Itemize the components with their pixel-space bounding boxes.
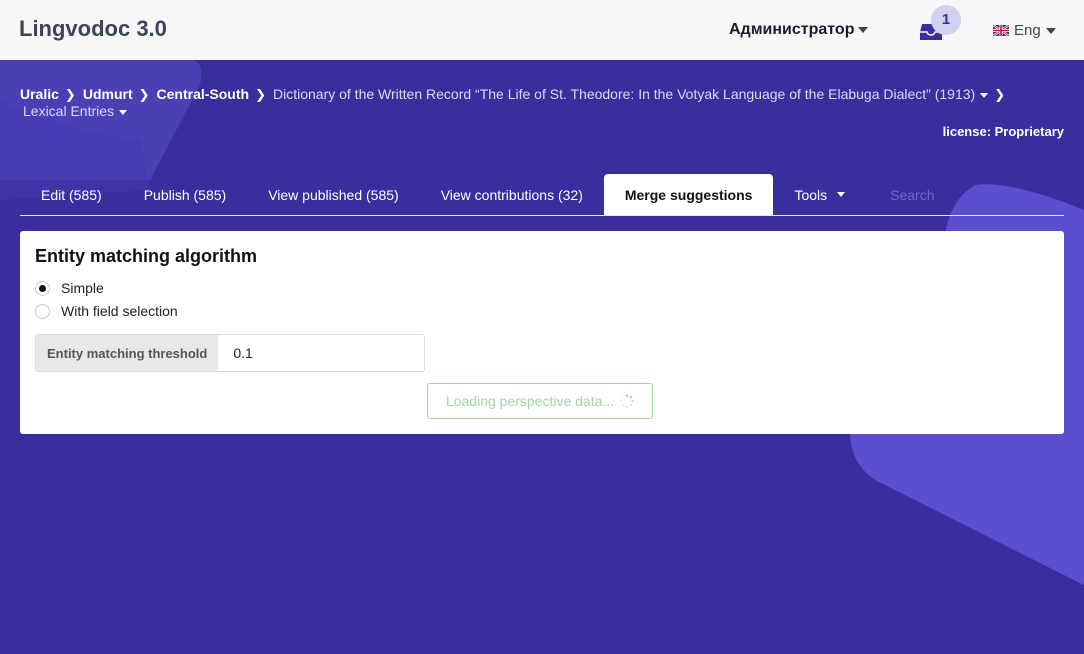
merge-suggestions-panel: Entity matching algorithm Simple With fi… xyxy=(20,231,1064,434)
search-input[interactable] xyxy=(878,174,1019,215)
radio-label: Simple xyxy=(61,280,104,296)
loading-button[interactable]: Loading perspective data... xyxy=(427,383,653,419)
top-bar: Lingvodoc 3.0 Администратор 1 Eng xyxy=(0,0,1084,60)
tab-tools[interactable]: Tools xyxy=(773,174,866,215)
breadcrumb-item-dialect[interactable]: Central-South xyxy=(157,86,250,102)
panel-title: Entity matching algorithm xyxy=(35,246,258,266)
chevron-down-icon xyxy=(980,92,989,98)
radio-button-checked[interactable] xyxy=(35,280,50,296)
app-logo[interactable]: Lingvodoc 3.0 xyxy=(19,16,167,42)
breadcrumb-item-dictionary[interactable]: Dictionary of the Written Record “The Li… xyxy=(272,86,989,102)
radio-option-field-selection[interactable]: With field selection xyxy=(35,303,178,319)
chevron-down-icon xyxy=(837,192,846,197)
spinner-icon xyxy=(620,394,634,408)
language-selector[interactable]: Eng xyxy=(993,22,1056,39)
chevron-right-icon: ❯ xyxy=(994,87,1006,102)
breadcrumb-item-language[interactable]: Udmurt xyxy=(83,86,133,102)
breadcrumb-item-language-family[interactable]: Uralic xyxy=(20,86,59,102)
radio-button[interactable] xyxy=(35,303,50,319)
license-label: license: Proprietary xyxy=(942,124,1064,139)
perspective-title: Lexical Entries xyxy=(23,103,115,119)
tab-publish[interactable]: Publish (585) xyxy=(123,174,248,215)
tab-view-published[interactable]: View published (585) xyxy=(247,174,420,215)
loading-label: Loading perspective data... xyxy=(445,393,615,409)
threshold-label: Entity matching threshold xyxy=(36,335,219,371)
radio-label: With field selection xyxy=(61,303,178,319)
chevron-right-icon: ❯ xyxy=(64,87,76,102)
radio-option-simple[interactable]: Simple xyxy=(35,280,104,296)
tab-edit[interactable]: Edit (585) xyxy=(20,174,123,215)
tools-label: Tools xyxy=(794,186,828,203)
threshold-input[interactable] xyxy=(218,335,424,371)
chevron-down-icon xyxy=(1045,27,1056,34)
tab-merge-suggestions[interactable]: Merge suggestions xyxy=(603,174,774,215)
chevron-right-icon: ❯ xyxy=(138,87,150,102)
user-menu-label: Администратор xyxy=(729,21,855,38)
chevron-right-icon: ❯ xyxy=(255,87,266,102)
chevron-down-icon xyxy=(858,27,869,33)
breadcrumb: Uralic ❯ Udmurt ❯ Central-South ❯ Dictionary o… xyxy=(20,86,1030,119)
dictionary-title: Dictionary of the Written Record “The Li… xyxy=(272,86,976,102)
user-menu[interactable]: Администратор xyxy=(729,21,869,39)
chevron-down-icon xyxy=(119,109,128,115)
language-label: Eng xyxy=(1014,22,1041,39)
perspective-tabs: Edit (585) Publish (585) View published … xyxy=(20,174,1064,216)
notification-badge[interactable]: 1 xyxy=(931,5,961,35)
breadcrumb-item-perspective[interactable]: Lexical Entries xyxy=(23,103,128,119)
threshold-field: Entity matching threshold xyxy=(35,334,425,372)
uk-flag-icon xyxy=(993,25,1009,36)
tab-view-contributions[interactable]: View contributions (32) xyxy=(420,174,604,215)
